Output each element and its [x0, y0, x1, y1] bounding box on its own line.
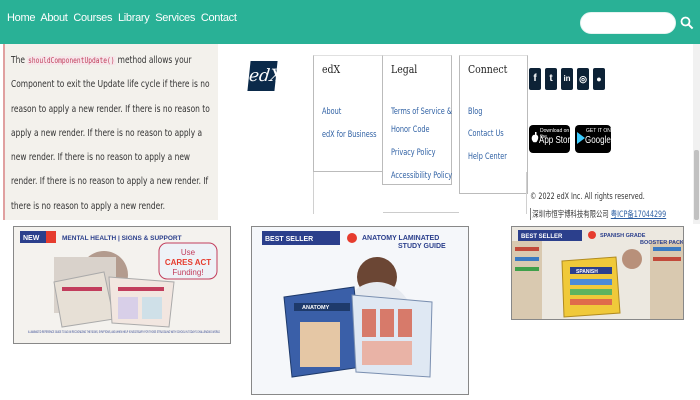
article-snippet: The shouldComponentUpdate() method allow… — [3, 44, 218, 220]
footer-column-title: Legal — [391, 63, 418, 76]
code-snippet: shouldComponentUpdate() — [27, 56, 116, 65]
footer-column-title: Connect — [468, 63, 508, 76]
footer-divider — [313, 172, 527, 214]
footer-link-help-center[interactable]: Help Center — [468, 151, 507, 161]
footer-link-privacy-policy[interactable]: Privacy Policy — [391, 147, 436, 157]
product-tag: BEST SELLER — [521, 234, 563, 240]
nav-links: Home About Courses Library Services Cont… — [7, 12, 240, 24]
article-text: The shouldComponentUpdate() method allow… — [11, 55, 210, 212]
nav-link-library[interactable]: Library — [118, 12, 150, 24]
svg-text:Use: Use — [181, 248, 196, 257]
footer-link-terms-of-service[interactable]: Terms of Service & — [391, 106, 452, 116]
footer-link-edx-for-business[interactable]: edX for Business — [322, 129, 377, 139]
reddit-icon[interactable]: ● — [593, 68, 605, 90]
search-input[interactable] — [580, 12, 676, 34]
footer-link-honor-code[interactable]: Honor Code — [391, 124, 430, 134]
product-card-mental-health[interactable]: NEW MENTAL HEALTH | SIGNS & SUPPORT Use … — [13, 226, 231, 344]
icp-link[interactable]: 粤ICP备17044299 — [611, 210, 666, 220]
linkedin-icon[interactable]: in — [561, 68, 573, 90]
nav-link-contact[interactable]: Contact — [201, 12, 237, 24]
product-tag: NEW — [23, 235, 40, 242]
product-image: BEST SELLER ANATOMY LAMINATED STUDY GUID… — [252, 227, 468, 394]
product-title: SPANISH GRADE — [600, 233, 646, 239]
footer-column-edx: edX About edX for Business — [313, 55, 383, 172]
product-book-label: SPANISH — [576, 269, 598, 275]
product-card-anatomy[interactable]: BEST SELLER ANATOMY LAMINATED STUDY GUID… — [251, 226, 469, 395]
footer-column-title: edX — [322, 63, 341, 76]
footer-link-blog[interactable]: Blog — [468, 106, 482, 116]
product-image: BEST SELLER SPANISH GRADE BOOSTER PACK S… — [512, 227, 684, 319]
product-caption: A LAMINATED REFERENCE GUIDE TO AID IN RE… — [28, 330, 220, 334]
svg-text:BOOSTER PACK: BOOSTER PACK — [640, 240, 684, 246]
icp-registration: 深圳市恒宇博科技有限公司 粤ICP备17044299 — [530, 208, 666, 220]
product-title: ANATOMY LAMINATED — [362, 235, 439, 242]
footer-column-legal: Legal Terms of Service & Honor Code Priv… — [382, 55, 452, 185]
footer-link-contact-us[interactable]: Contact Us — [468, 128, 504, 138]
twitter-icon[interactable]: t — [545, 68, 557, 90]
nav-link-services[interactable]: Services — [155, 12, 195, 24]
product-title: MENTAL HEALTH | SIGNS & SUPPORT — [62, 235, 182, 242]
nav-link-home[interactable]: Home — [7, 12, 35, 24]
product-tag: BEST SELLER — [265, 236, 313, 243]
svg-text:CARES ACT: CARES ACT — [165, 258, 211, 267]
product-image: NEW MENTAL HEALTH | SIGNS & SUPPORT Use … — [14, 227, 230, 343]
product-book-label: ANATOMY — [302, 305, 330, 311]
search-icon[interactable] — [680, 16, 694, 30]
apple-icon — [531, 132, 539, 143]
top-navigation-bar: Home About Courses Library Services Cont… — [0, 0, 700, 44]
nav-link-courses[interactable]: Courses — [73, 12, 112, 24]
google-play-icon — [577, 132, 585, 144]
edx-logo[interactable]: edX — [247, 61, 283, 91]
svg-text:STUDY GUIDE: STUDY GUIDE — [398, 243, 446, 250]
product-card-spanish[interactable]: BEST SELLER SPANISH GRADE BOOSTER PACK S… — [511, 226, 684, 320]
nav-link-about[interactable]: About — [40, 12, 68, 24]
footer-link-about[interactable]: About — [322, 106, 341, 116]
page: Home About Courses Library Services Cont… — [0, 0, 700, 400]
app-store-badge[interactable]: Download on the App Store — [529, 125, 575, 153]
facebook-icon[interactable]: f — [529, 68, 541, 90]
copyright-text: © 2022 edX Inc. All rights reserved. — [530, 192, 645, 202]
scrollbar-thumb[interactable] — [694, 150, 699, 220]
instagram-icon[interactable]: ◎ — [577, 68, 589, 90]
svg-text:Funding!: Funding! — [172, 268, 203, 277]
google-play-badge[interactable]: GET IT ON Google Play — [575, 125, 629, 153]
